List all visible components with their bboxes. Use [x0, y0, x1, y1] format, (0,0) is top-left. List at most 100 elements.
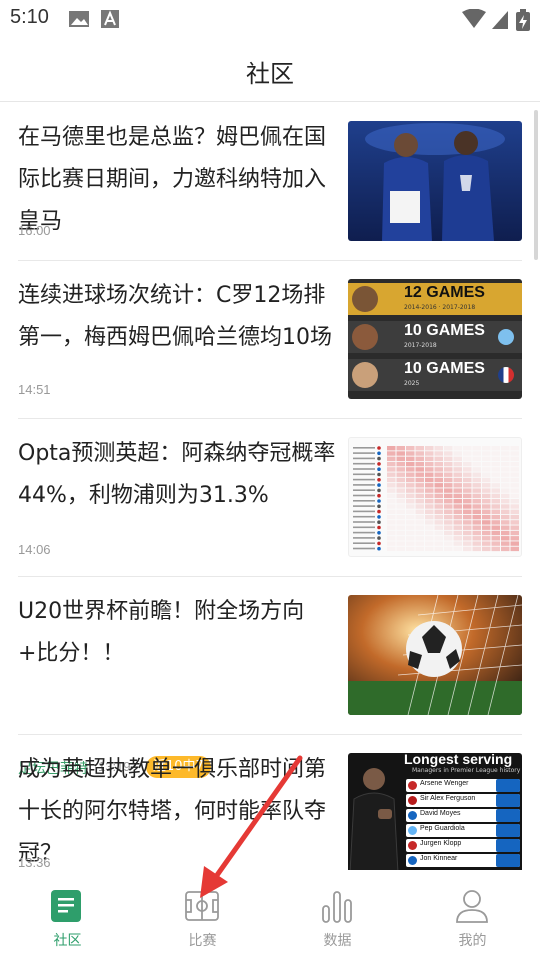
club-crest-icon [408, 856, 417, 865]
team-name-line [353, 537, 375, 539]
club-crest-icon [408, 826, 417, 835]
probability-cell [482, 509, 491, 514]
tab-data[interactable]: 数据 [270, 870, 405, 960]
probability-cell [434, 488, 443, 493]
probability-cell [415, 541, 424, 546]
probability-cell [425, 483, 434, 488]
probability-cell [472, 493, 481, 499]
probability-cell [453, 472, 462, 477]
probability-cell [415, 451, 424, 456]
probability-cell [472, 530, 481, 536]
article-card[interactable]: Opta预测英超：阿森纳夺冠概率44%，利物浦则为31.3% 14:06 [18, 419, 522, 577]
probability-cell [425, 530, 434, 536]
club-crest-icon [377, 541, 381, 546]
prediction-table-graphic [353, 446, 519, 552]
probability-cell [472, 456, 481, 461]
probability-cell [434, 446, 443, 451]
probability-cell [425, 472, 434, 477]
probability-cell [491, 509, 500, 514]
probability-cell [453, 493, 462, 499]
battery-charging-icon [516, 9, 530, 31]
probability-cell [463, 488, 472, 493]
tab-profile[interactable]: 我的 [405, 870, 540, 960]
probability-cell [482, 483, 491, 488]
probability-cell [406, 514, 415, 520]
probability-cell [501, 504, 510, 509]
thumb-row-1: 12 GAMES 2014-2016 · 2017-2018 [348, 283, 522, 315]
probability-cell [387, 488, 396, 493]
probability-cell [406, 546, 415, 552]
article-card[interactable]: 连续进球场次统计：C罗12场排第一，梅西姆巴佩哈兰德均10场 14:51 12 … [18, 261, 522, 419]
club-crest-icon [377, 488, 381, 493]
probability-cell [491, 493, 500, 499]
probability-cell [482, 451, 491, 456]
probability-cell [510, 530, 519, 536]
probability-cell [434, 461, 443, 467]
team-name-line [353, 500, 375, 502]
probability-cell [415, 509, 424, 514]
probability-cell [463, 546, 472, 552]
manager-name: Jurgen Klopp [420, 840, 462, 847]
probability-cell [387, 461, 396, 467]
probability-cell [415, 493, 424, 499]
probability-cell [396, 461, 405, 467]
article-feed[interactable]: 在马德里也是总监？姆巴佩在国际比赛日期间，力邀科纳特加入皇马 16:00 连续进… [0, 103, 540, 870]
probability-cell [406, 504, 415, 509]
probability-cell [463, 461, 472, 467]
probability-cell [491, 504, 500, 509]
probability-cell [482, 461, 491, 467]
manager-row: Sir Alex Ferguson [406, 794, 520, 807]
tab-community[interactable]: 社区 [0, 870, 135, 960]
probability-cell [425, 493, 434, 499]
article-card[interactable]: 成为英超执教单一俱乐部时间第十长的阿尔特塔，何时能率队夺冠？ 13:36 Lon… [18, 735, 522, 870]
probability-cell [425, 514, 434, 520]
probability-cell [425, 509, 434, 514]
club-crest-icon [377, 493, 381, 498]
probability-cell [491, 520, 500, 525]
probability-cell [406, 509, 415, 514]
team-name-line [353, 489, 375, 491]
probability-cell [501, 541, 510, 546]
probability-cell [453, 504, 462, 509]
club-crest-icon [377, 520, 381, 524]
probability-cell [434, 456, 443, 461]
probability-cell [387, 546, 396, 552]
team-name-line [353, 505, 375, 507]
team-name-line [353, 462, 375, 465]
probability-cell [510, 483, 519, 488]
probability-cell [510, 520, 519, 525]
duration-pill [496, 809, 520, 822]
club-crest-icon [377, 472, 381, 477]
probability-cell [415, 472, 424, 477]
probability-cell [501, 483, 510, 488]
probability-cell [453, 499, 462, 504]
probability-cell [491, 472, 500, 477]
probability-cell [501, 546, 510, 552]
tab-matches[interactable]: 比赛 [135, 870, 270, 960]
probability-cell [491, 499, 500, 504]
probability-cell [482, 472, 491, 477]
duration-pill [496, 854, 520, 867]
tab-label: 数据 [323, 933, 352, 949]
probability-cell [463, 504, 472, 509]
manager-row: Pep Guardiola [406, 824, 520, 837]
probability-cell [406, 483, 415, 488]
probability-cell [463, 446, 472, 451]
probability-cell [444, 525, 453, 530]
tab-label: 比赛 [188, 933, 217, 949]
probability-cell [406, 536, 415, 541]
club-crest-icon [377, 478, 381, 482]
probability-cell [434, 499, 443, 504]
article-card[interactable]: 在马德里也是总监？姆巴佩在国际比赛日期间，力邀科纳特加入皇马 16:00 [18, 103, 522, 261]
probability-cell [463, 477, 472, 483]
probability-cell [510, 509, 519, 514]
probability-cell [510, 514, 519, 520]
probability-cell [434, 530, 443, 536]
probability-cell [396, 499, 405, 504]
article-card[interactable]: U20世界杯前瞻！附全场方向+比分！！ 足坛巴菲特 13:19 近10中7 [18, 577, 522, 778]
status-bar: 5:10 [0, 0, 540, 38]
team-name-line [353, 521, 375, 523]
probability-cell [406, 541, 415, 546]
article-time: 16:00 [18, 223, 51, 238]
probability-cell [425, 504, 434, 509]
